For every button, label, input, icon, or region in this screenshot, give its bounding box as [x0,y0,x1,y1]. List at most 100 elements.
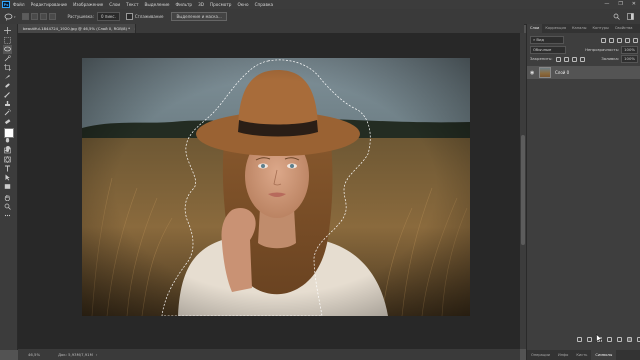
filter-smart-icon[interactable] [633,37,638,43]
fill-input[interactable]: 100% [621,55,638,63]
menu-bar: Ps Файл Редактирование Изображение Слои … [0,0,640,9]
lock-row: Закрепить: Заливка: 100% [530,55,638,63]
menu-window[interactable]: Окно [237,2,248,7]
blend-row: Обычные Непрозрачность: 100% [530,46,638,54]
minimize-button[interactable]: — [604,1,609,7]
search-icon[interactable] [613,13,620,20]
type-icon[interactable] [3,164,12,173]
quick-select-icon[interactable] [3,54,12,63]
panel-tabs: Слои Коррекция Каналы Контуры Свойства [527,24,640,33]
tab-strip [136,24,524,33]
tab-channels[interactable]: Каналы [569,24,589,33]
preset-dropdown-icon[interactable]: ▾ [14,15,16,19]
new-group-icon[interactable] [617,337,622,342]
lasso-tool-preset-icon[interactable] [4,13,13,21]
menu-file[interactable]: Файл [13,2,25,7]
close-window-button[interactable]: ✕ [632,1,636,7]
screen-mode-icon[interactable] [3,155,12,164]
filter-adjust-icon[interactable] [609,37,614,43]
zoom-icon[interactable] [3,202,12,211]
menu-edit[interactable]: Редактирование [31,2,68,7]
history-brush-icon[interactable] [3,108,12,117]
lasso-icon[interactable] [3,45,12,54]
more-icon[interactable] [3,211,12,220]
antialias-checkbox[interactable] [125,13,133,20]
marquee-icon[interactable] [3,36,12,45]
document-size: Док: 5,93M/7,91M [58,352,93,357]
layer-actions [577,337,640,342]
add-selection-icon[interactable] [30,13,38,20]
restore-button[interactable]: ❐ [618,1,622,7]
layer-style-icon[interactable] [587,337,592,342]
document-tab-title: beautiful-1844724_1920.jpg @ 46,5% (Слой… [23,26,131,31]
fill-label: Заливка: [601,56,620,61]
lock-position-icon[interactable] [572,56,578,62]
menu-select[interactable]: Выделение [145,2,170,7]
layer-row[interactable]: ◉ Слой 0 [527,66,640,79]
menu-type[interactable]: Текст [126,2,138,7]
feather-label: Растушевка: [67,14,94,19]
canvas-area[interactable] [18,33,520,349]
tab-properties[interactable]: Свойства [612,24,636,33]
menu-filter[interactable]: Фильтр [176,2,193,7]
filter-type-icon[interactable] [617,37,622,43]
document-tab[interactable]: beautiful-1844724_1920.jpg @ 46,5% (Слой… [18,24,136,33]
tab-adjustments[interactable]: Коррекция [542,24,569,33]
eyedropper-icon[interactable] [3,72,12,81]
brush-icon[interactable] [3,90,12,99]
menu-3d[interactable]: 3D [198,2,204,7]
eraser-icon[interactable] [3,117,12,126]
move-icon[interactable] [3,26,12,35]
select-and-mask-button[interactable]: Выделение и маска... [171,12,227,21]
intersect-selection-icon[interactable] [48,13,56,20]
workspace-icon[interactable] [627,13,634,20]
window-controls: — ❐ ✕ [604,1,636,7]
tab-info[interactable]: Инфо [554,350,572,360]
antialias-label: Сглаживание [134,14,164,19]
menu-image[interactable]: Изображение [73,2,103,7]
tools-panel [0,24,18,350]
tab-actions[interactable]: Операции [527,350,554,360]
document-image[interactable] [82,58,470,316]
link-layers-icon[interactable] [577,337,582,342]
menu-view[interactable]: Просмотр [210,2,232,7]
filter-shape-icon[interactable] [625,37,630,43]
tab-layers[interactable]: Слои [527,24,543,33]
opacity-input[interactable]: 100% [621,46,638,54]
tab-paths[interactable]: Контуры [589,24,611,33]
visibility-eye-icon[interactable]: ◉ [530,70,536,76]
tab-brush[interactable]: Кисть [572,350,591,360]
status-arrow-icon[interactable]: › [96,352,98,357]
shape-icon[interactable] [3,182,12,191]
lock-transparency-icon[interactable] [556,56,562,62]
filter-row: ⌕ Вид [530,36,638,44]
foreground-color-swatch[interactable] [4,128,14,138]
new-layer-icon[interactable] [627,337,632,342]
hand-icon[interactable] [3,193,12,202]
layers-panel: Слои Коррекция Каналы Контуры Свойства ⌕… [526,24,640,360]
layer-kind-filter[interactable]: ⌕ Вид [530,36,564,44]
layer-kind-label: Вид [536,37,545,42]
blend-mode-select[interactable]: Обычные [530,46,566,54]
quick-mask-icon[interactable] [3,146,12,155]
layer-name[interactable]: Слой 0 [555,70,569,75]
new-selection-icon[interactable] [21,13,29,20]
lock-pixels-icon[interactable] [564,56,570,62]
stamp-icon[interactable] [3,99,12,108]
scrollbar-thumb[interactable] [521,135,525,245]
mouse-cursor-icon [596,334,603,343]
tab-character[interactable]: Символы [591,350,617,360]
zoom-level[interactable]: 46,5% [28,352,40,357]
lock-all-icon[interactable] [580,56,586,62]
adjustment-layer-icon[interactable] [607,337,612,342]
crop-icon[interactable] [3,63,12,72]
menu-layer[interactable]: Слои [109,2,120,7]
subtract-selection-icon[interactable] [39,13,47,20]
path-select-icon[interactable] [3,173,12,182]
feather-input[interactable]: 0 пикс. [96,12,120,21]
bottom-panel-tabs: Операции Инфо Кисть Символы [527,350,640,360]
menu-help[interactable]: Справка [255,2,273,7]
healing-icon[interactable] [3,81,12,90]
options-bar: ▾ Растушевка: 0 пикс. Сглаживание Выделе… [0,9,640,25]
filter-pixel-icon[interactable] [601,37,606,43]
